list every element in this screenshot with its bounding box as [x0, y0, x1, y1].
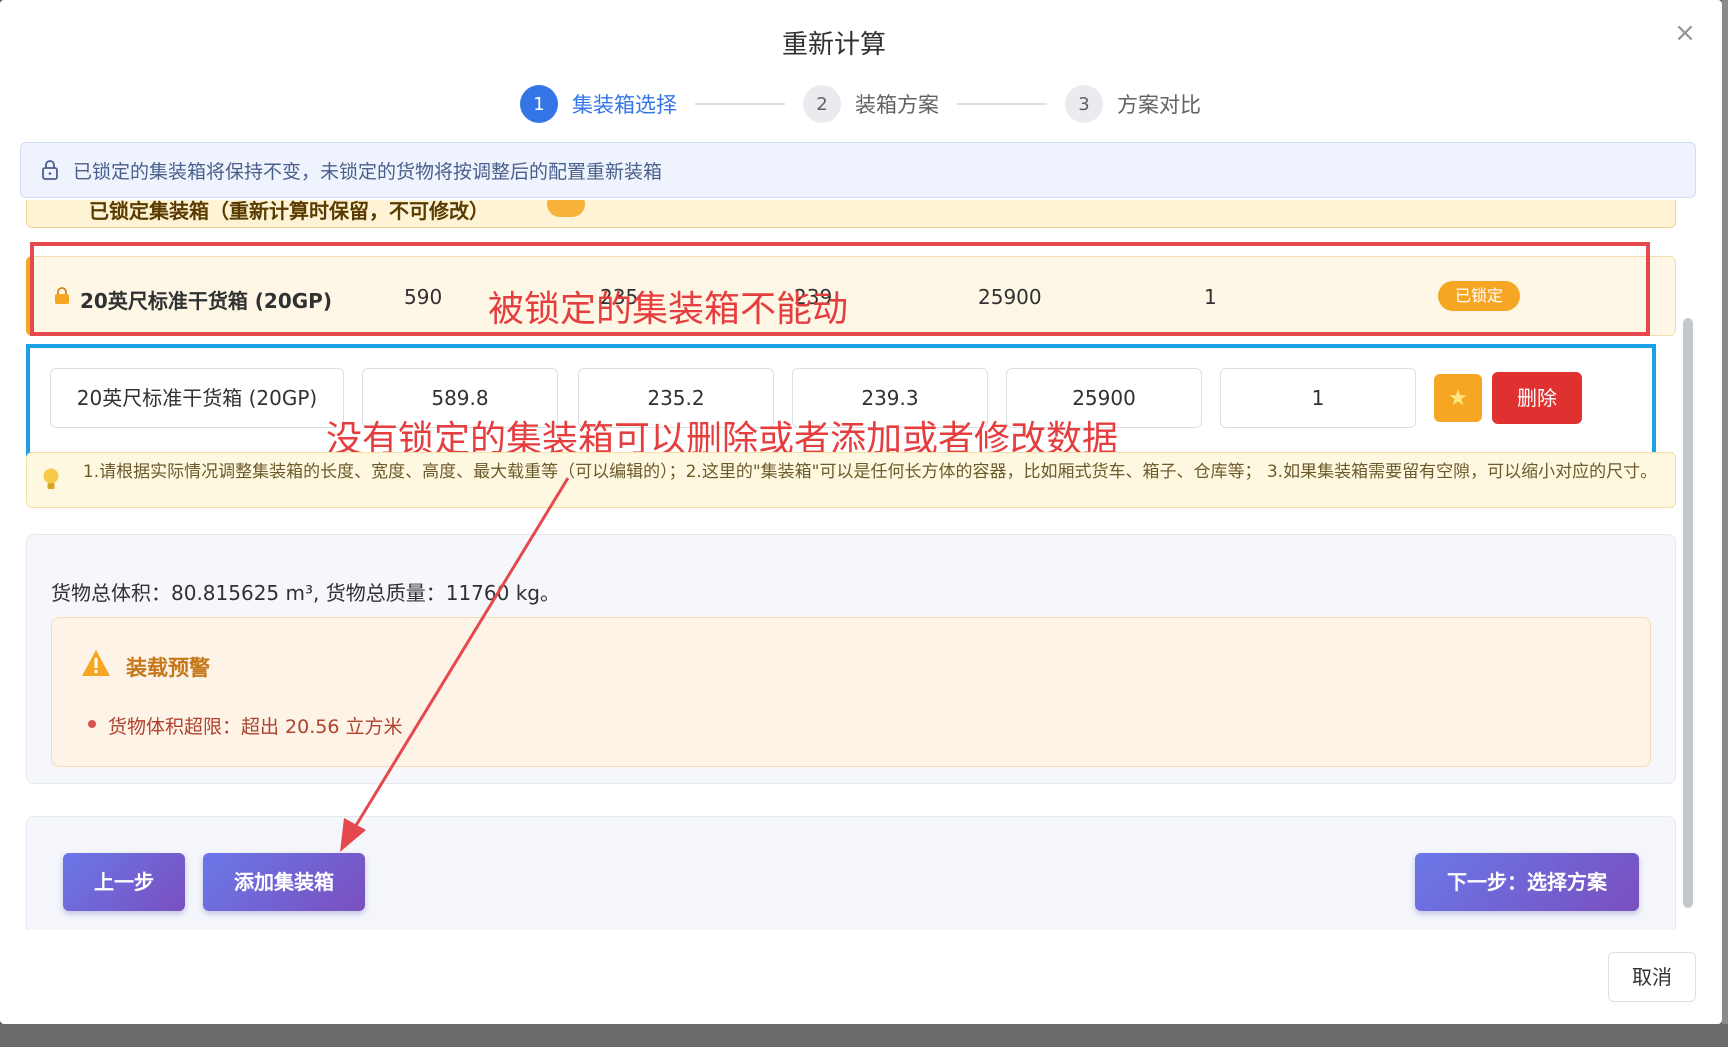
step-label: 装箱方案 — [855, 93, 939, 117]
add-container-button[interactable]: 添加集装箱 — [203, 853, 365, 911]
locked-section-header: 已锁定集装箱（重新计算时保留，不可修改） — [26, 200, 1676, 228]
steps-bar: 1 集装箱选择 2 装箱方案 3 方案对比 — [520, 84, 1201, 124]
background-edge — [1722, 0, 1728, 1047]
tip-text: 1.请根据实际情况调整集装箱的长度、宽度、高度、最大载重等（可以编辑的）；2.这… — [82, 462, 1658, 482]
locked-annotation-text: 被锁定的集装箱不能动 — [488, 289, 849, 330]
next-step-button[interactable]: 下一步：选择方案 — [1415, 853, 1639, 911]
locked-header-text: 已锁定集装箱（重新计算时保留，不可修改） — [89, 200, 489, 223]
notice-text: 已锁定的集装箱将保持不变，未锁定的货物将按调整后的配置重新装箱 — [73, 160, 663, 183]
recalculate-dialog: 重新计算 × 1 集装箱选择 2 装箱方案 3 方案对比 已锁定的集装箱将保持不… — [0, 0, 1722, 1024]
cargo-summary: 货物总体积：80.815625 m³, 货物总质量：11760 kg。 装载预警… — [26, 534, 1676, 784]
bullet-dot — [88, 720, 96, 728]
lock-icon — [42, 160, 58, 180]
lightbulb-icon — [43, 468, 59, 489]
background-edge — [0, 1024, 1728, 1047]
cargo-totals: 货物总体积：80.815625 m³, 货物总质量：11760 kg。 — [51, 581, 560, 605]
close-icon[interactable]: × — [1670, 18, 1700, 48]
step-connector — [695, 103, 785, 105]
step-packing-plan[interactable]: 2 装箱方案 — [803, 85, 939, 123]
prev-step-button[interactable]: 上一步 — [63, 853, 185, 911]
step-number: 2 — [803, 85, 841, 123]
lock-notice: 已锁定的集装箱将保持不变，未锁定的货物将按调整后的配置重新装箱 — [20, 142, 1696, 198]
step-plan-compare[interactable]: 3 方案对比 — [1065, 85, 1201, 123]
usage-tip: 1.请根据实际情况调整集装箱的长度、宽度、高度、最大载重等（可以编辑的）；2.这… — [26, 452, 1676, 508]
action-bar: 上一步 添加集装箱 下一步：选择方案 — [26, 816, 1676, 930]
step-label: 集装箱选择 — [572, 93, 677, 117]
locked-count-badge — [547, 200, 585, 217]
cancel-button[interactable]: 取消 — [1608, 952, 1696, 1002]
step-label: 方案对比 — [1117, 93, 1201, 117]
warning-item: 货物体积超限：超出 20.56 立方米 — [108, 716, 403, 738]
scrollbar-thumb[interactable] — [1683, 318, 1693, 908]
step-number: 1 — [520, 85, 558, 123]
warning-title: 装载预警 — [126, 656, 210, 680]
step-number: 3 — [1065, 85, 1103, 123]
dialog-title: 重新计算 — [781, 30, 886, 60]
loading-warning: 装载预警 货物体积超限：超出 20.56 立方米 — [51, 617, 1651, 767]
container-scroll-area[interactable]: 已锁定集装箱（重新计算时保留，不可修改） 20英尺标准干货箱 (20GP) 59… — [0, 200, 1700, 930]
step-connector — [957, 103, 1047, 105]
step-container-selection[interactable]: 1 集装箱选择 — [520, 85, 677, 123]
warning-icon — [82, 650, 110, 676]
